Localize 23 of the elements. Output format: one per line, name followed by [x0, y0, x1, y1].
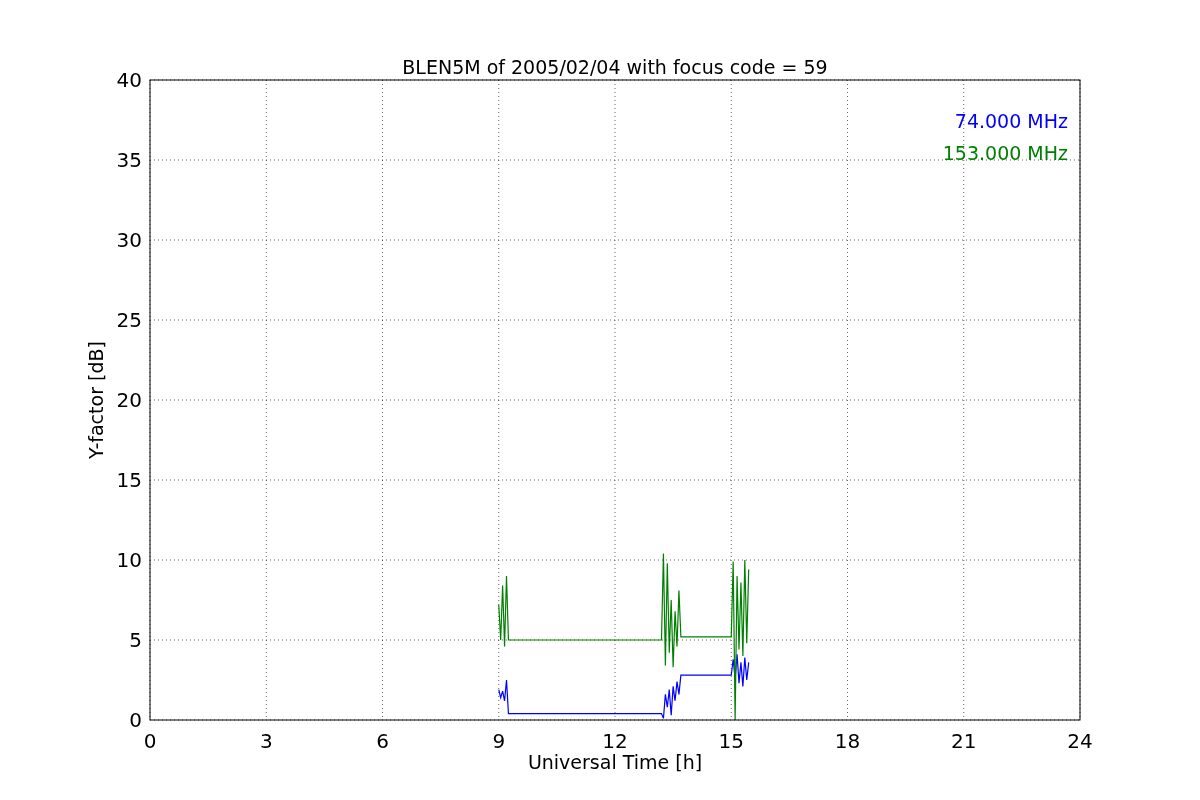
x-tick-label: 3: [259, 729, 273, 753]
x-tick-label: 6: [376, 729, 389, 753]
y-tick-label: 0: [129, 708, 142, 732]
x-tick-label: 9: [492, 729, 506, 753]
x-axis-label: Universal Time [h]: [527, 751, 703, 773]
y-tick-label: 25: [116, 308, 142, 332]
x-tick-label: 0: [143, 729, 157, 753]
y-tick-label: 30: [116, 228, 142, 252]
x-tick-label: 21: [951, 729, 977, 753]
y-tick-label: 40: [116, 68, 142, 92]
chart-title: BLEN5M of 2005/02/04 with focus code = 59: [402, 56, 828, 78]
y-tick-label: 35: [116, 148, 142, 172]
y-tick-label: 10: [116, 548, 142, 572]
legend-label: 74.000 MHz: [954, 110, 1068, 132]
x-tick-label: 18: [834, 729, 861, 753]
legend-label: 153.000 MHz: [942, 142, 1068, 164]
x-tick-label: 12: [602, 729, 628, 753]
x-tick-label: 15: [718, 729, 744, 753]
y-axis-label: Y-factor [dB]: [85, 341, 107, 459]
y-tick-label: 5: [129, 628, 142, 652]
y-tick-label: 15: [116, 468, 142, 492]
y-tick-label: 20: [116, 388, 142, 412]
x-tick-label: 24: [1067, 729, 1093, 753]
